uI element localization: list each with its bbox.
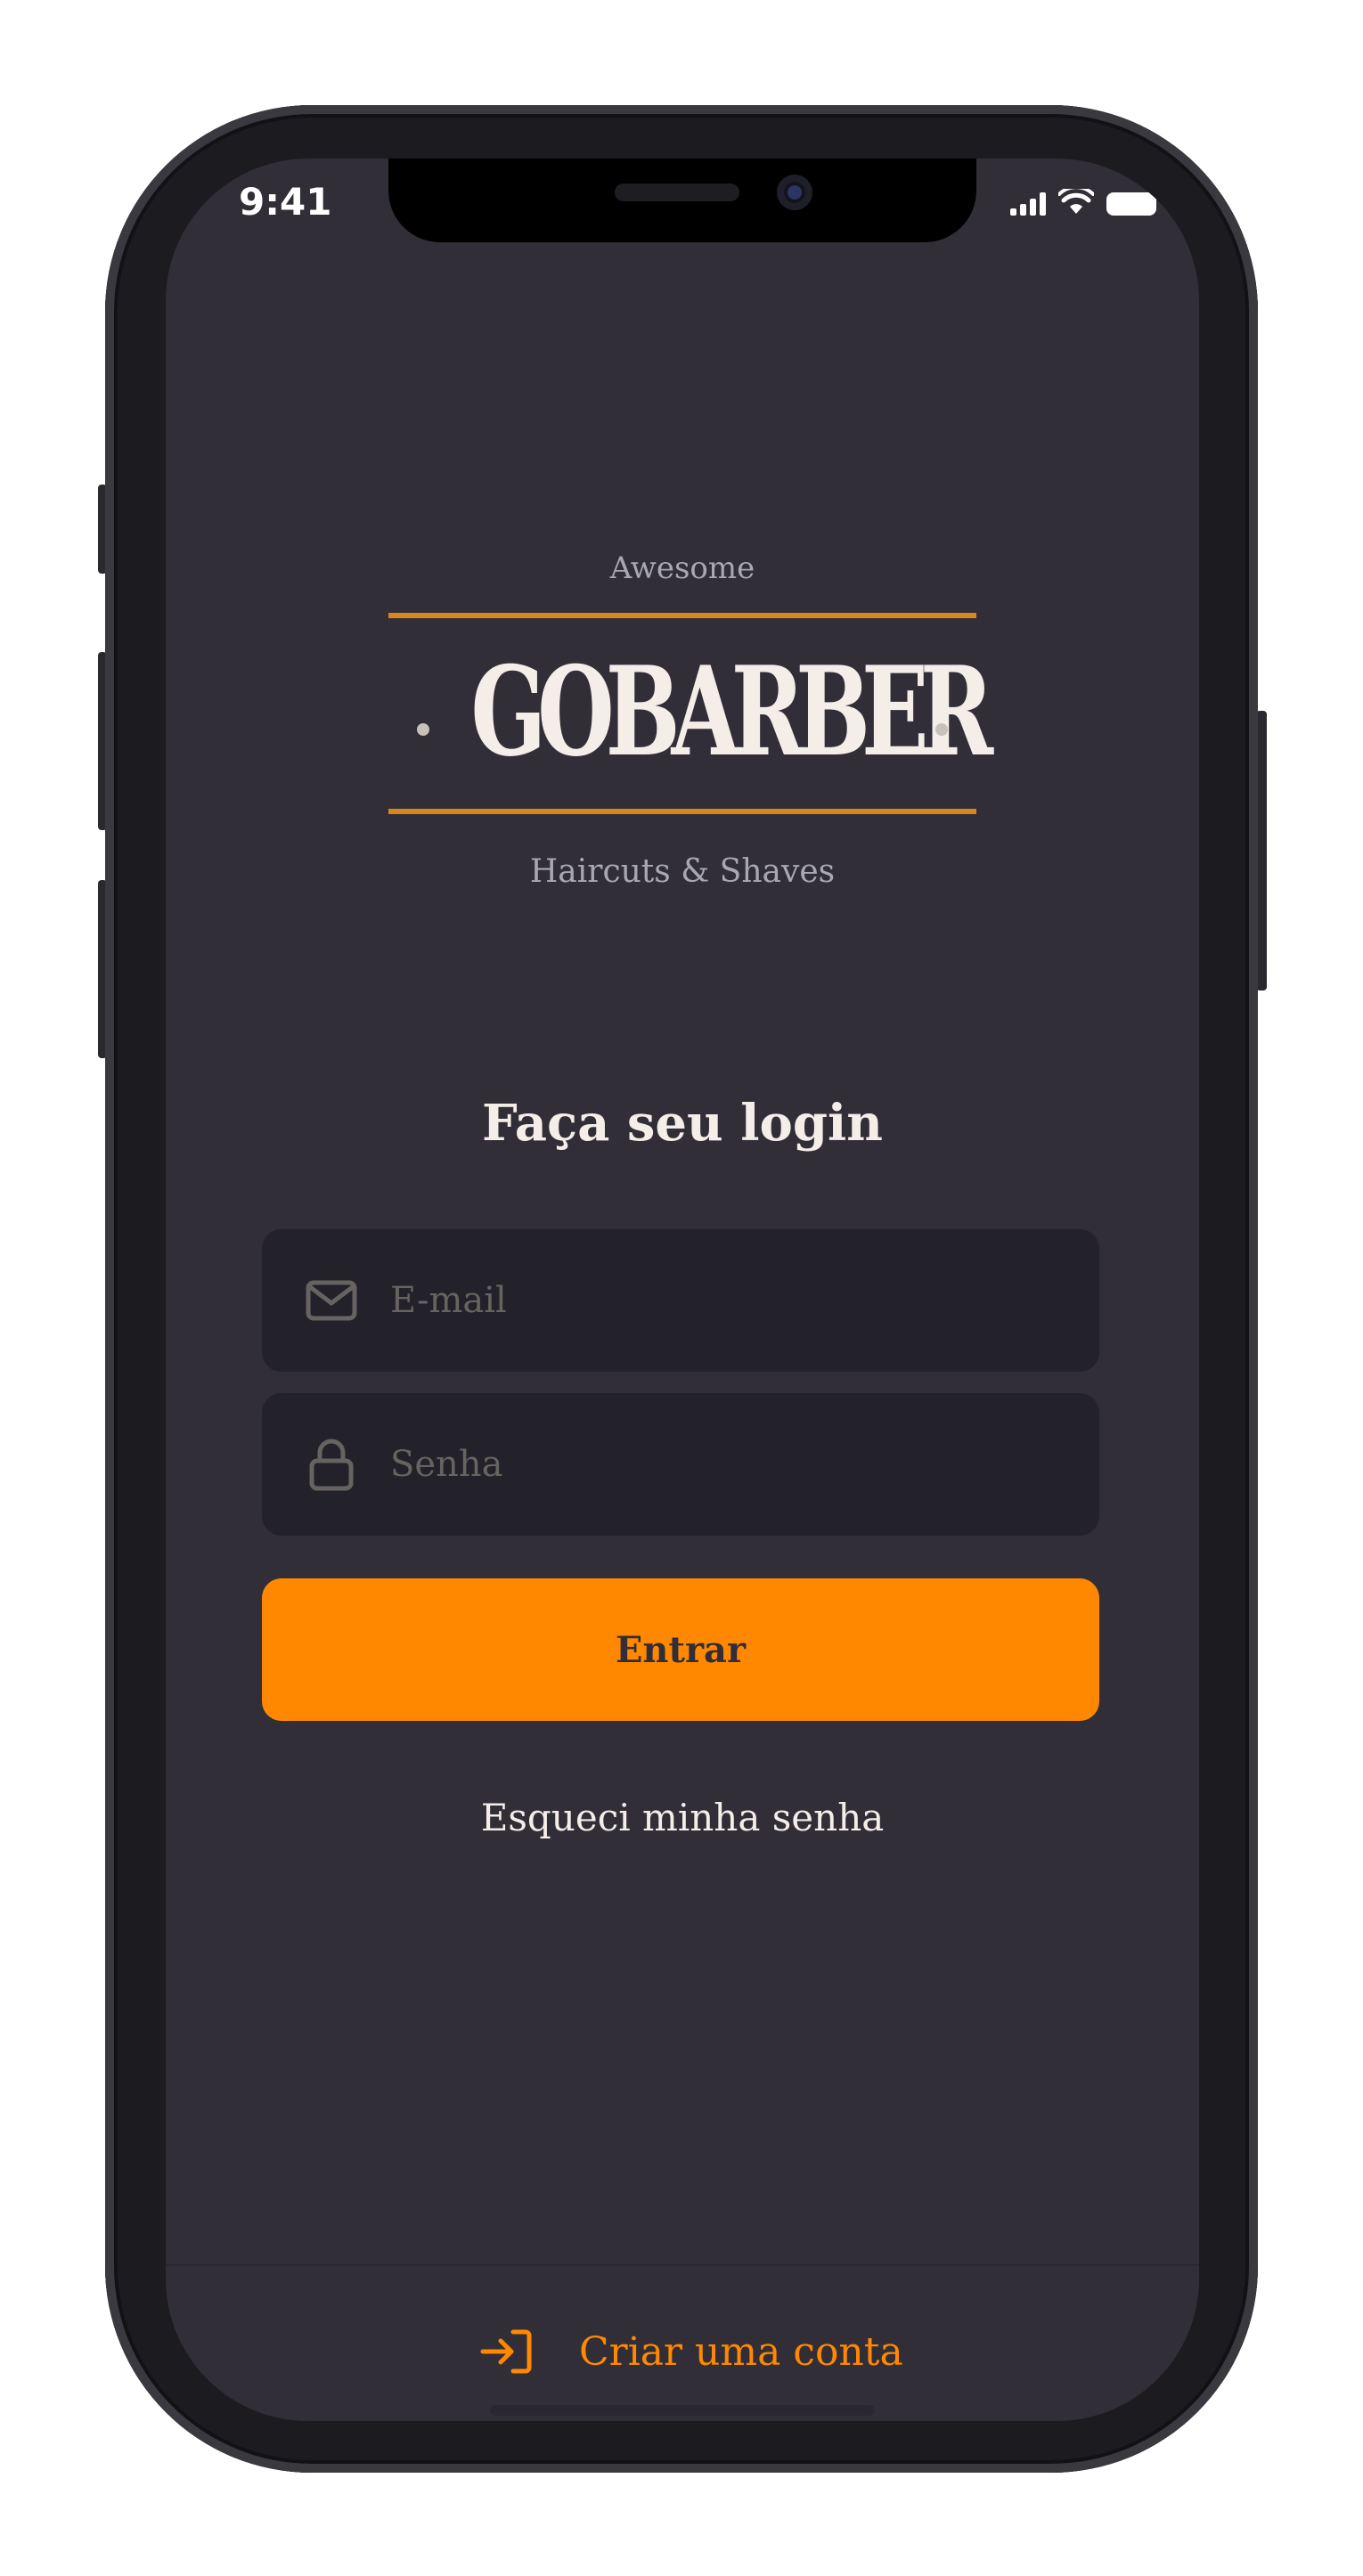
forgot-password-link[interactable]: Esqueci minha senha	[166, 1796, 1199, 1839]
password-input[interactable]	[390, 1393, 1099, 1536]
create-account-label: Criar uma conta	[579, 2328, 903, 2375]
logo-dot-right	[935, 723, 948, 736]
password-field[interactable]	[262, 1393, 1099, 1536]
log-in-icon	[480, 2329, 532, 2374]
status-time: 9:41	[239, 180, 332, 224]
cellular-signal-icon	[1010, 192, 1046, 216]
email-field[interactable]	[262, 1229, 1099, 1372]
mail-icon	[303, 1272, 360, 1329]
app-screen: 9:41 Awesome GOBARBER Haircuts & Shaves …	[166, 159, 1199, 2421]
wifi-icon	[1058, 189, 1094, 214]
status-icons	[1010, 189, 1156, 216]
create-account-link[interactable]: Criar uma conta	[479, 2328, 903, 2375]
device-mockup: 9:41 Awesome GOBARBER Haircuts & Shaves …	[0, 0, 1363, 2576]
login-button[interactable]: Entrar	[262, 1578, 1099, 1721]
home-indicator	[490, 2405, 875, 2416]
logo-rule-top	[388, 613, 976, 618]
email-input[interactable]	[390, 1229, 1099, 1372]
battery-icon	[1106, 192, 1156, 216]
notch	[388, 159, 976, 242]
lock-icon	[303, 1436, 360, 1493]
logo-dot-left	[417, 723, 429, 736]
front-camera	[777, 175, 812, 210]
footer-bar: Criar uma conta	[166, 2264, 1199, 2421]
logo-rule-bottom	[388, 809, 976, 814]
gobarber-logo: Awesome GOBARBER Haircuts & Shaves	[388, 550, 993, 907]
speaker-grille	[615, 183, 739, 201]
logo-tagline-bottom: Haircuts & Shaves	[529, 853, 836, 890]
page-title: Faça seu login	[482, 1094, 883, 1153]
logo-wordmark: GOBARBER	[470, 639, 993, 784]
logo-tagline-top: Awesome	[609, 550, 755, 586]
